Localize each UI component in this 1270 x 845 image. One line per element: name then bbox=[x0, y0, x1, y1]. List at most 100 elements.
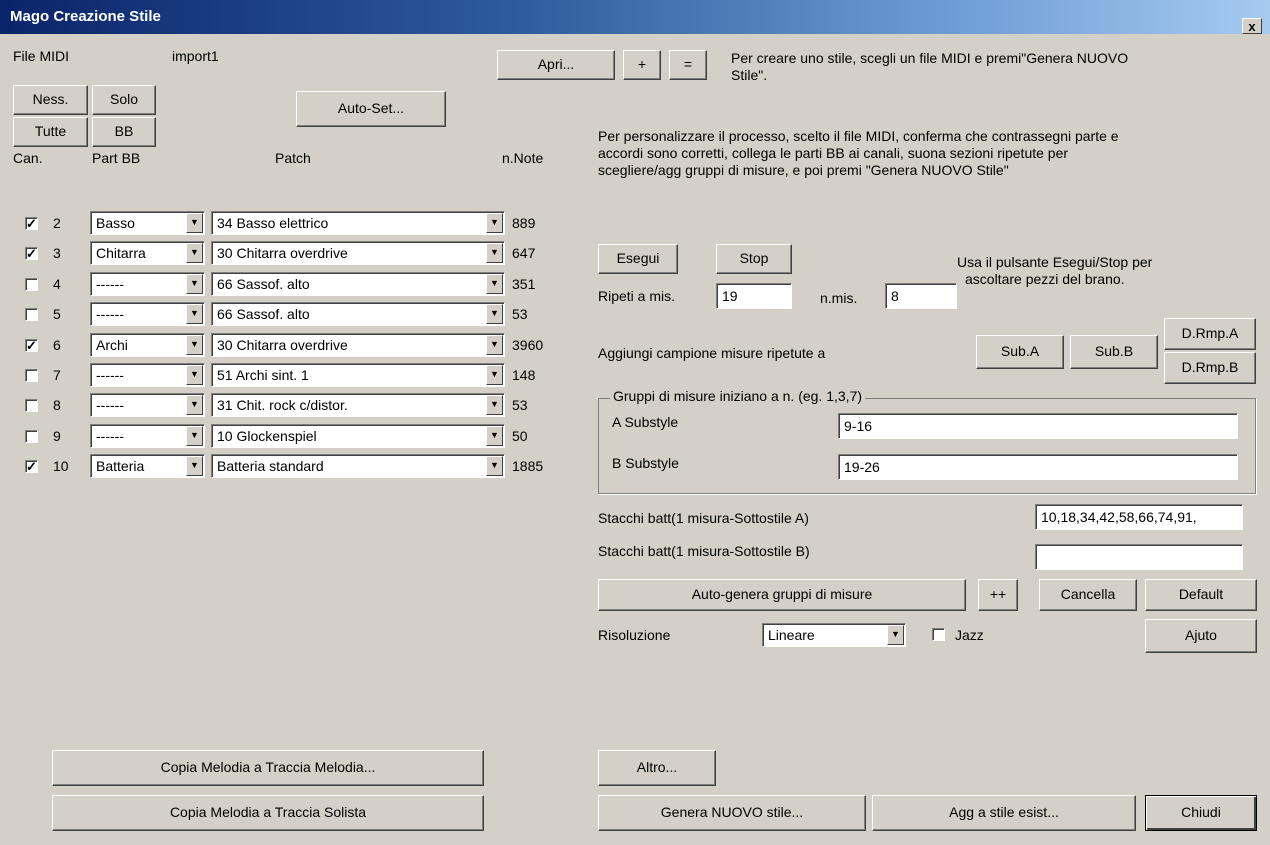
d-rmp-b-button[interactable]: D.Rmp.B bbox=[1164, 352, 1256, 384]
patch-select[interactable]: Batteria standard ▼ bbox=[211, 454, 505, 478]
solo-button[interactable]: Solo bbox=[92, 85, 156, 115]
chevron-down-icon[interactable]: ▼ bbox=[486, 213, 503, 233]
patch-select[interactable]: 31 Chit. rock c/distor. ▼ bbox=[211, 393, 505, 417]
jazz-label: Jazz bbox=[955, 627, 984, 643]
chevron-down-icon[interactable]: ▼ bbox=[186, 274, 203, 294]
channel-checkbox[interactable] bbox=[25, 399, 38, 412]
column-part-bb: Part BB bbox=[92, 150, 141, 166]
part-bb-select[interactable]: ------ ▼ bbox=[90, 424, 205, 448]
part-bb-value: ------ bbox=[96, 306, 124, 322]
substyle-b-field[interactable]: 19-26 bbox=[838, 454, 1238, 480]
chevron-down-icon[interactable]: ▼ bbox=[486, 243, 503, 263]
copy-soloist-button[interactable]: Copia Melodia a Traccia Solista bbox=[52, 795, 484, 831]
substyle-a-field[interactable]: 9-16 bbox=[838, 413, 1238, 439]
chevron-down-icon[interactable]: ▼ bbox=[486, 365, 503, 385]
channel-checkbox[interactable]: ✓ bbox=[25, 460, 38, 473]
part-bb-select[interactable]: Basso ▼ bbox=[90, 211, 205, 235]
genera-button[interactable]: Genera NUOVO stile... bbox=[598, 795, 866, 831]
ness-button[interactable]: Ness. bbox=[13, 85, 88, 115]
auto-set-button[interactable]: Auto-Set... bbox=[296, 91, 446, 127]
part-bb-select[interactable]: ------ ▼ bbox=[90, 363, 205, 387]
chevron-down-icon[interactable]: ▼ bbox=[486, 335, 503, 355]
agg-stile-button[interactable]: Agg a stile esist... bbox=[872, 795, 1136, 831]
chevron-down-icon[interactable]: ▼ bbox=[186, 395, 203, 415]
nmis-field[interactable]: 8 bbox=[885, 283, 957, 309]
breaks-a-label: Stacchi batt(1 misura-Sottostile A) bbox=[598, 510, 809, 526]
cancella-button[interactable]: Cancella bbox=[1039, 579, 1137, 611]
equals-button[interactable]: = bbox=[669, 50, 707, 80]
channel-checkbox[interactable] bbox=[25, 308, 38, 321]
channel-checkbox[interactable]: ✓ bbox=[25, 247, 38, 260]
chevron-down-icon[interactable]: ▼ bbox=[186, 456, 203, 476]
chevron-down-icon[interactable]: ▼ bbox=[887, 625, 904, 645]
default-button[interactable]: Default bbox=[1145, 579, 1257, 611]
jazz-checkbox[interactable] bbox=[932, 628, 945, 641]
patch-select[interactable]: 30 Chitarra overdrive ▼ bbox=[211, 241, 505, 265]
note-count: 53 bbox=[512, 306, 528, 322]
apri-button[interactable]: Apri... bbox=[497, 50, 615, 80]
patch-select[interactable]: 30 Chitarra overdrive ▼ bbox=[211, 333, 505, 357]
channel-number: 7 bbox=[53, 367, 61, 383]
patch-select[interactable]: 34 Basso elettrico ▼ bbox=[211, 211, 505, 235]
copy-melody-button[interactable]: Copia Melodia a Traccia Melodia... bbox=[52, 750, 484, 786]
chevron-down-icon[interactable]: ▼ bbox=[186, 213, 203, 233]
chevron-down-icon[interactable]: ▼ bbox=[186, 243, 203, 263]
bb-button[interactable]: BB bbox=[92, 117, 156, 147]
part-bb-value: Batteria bbox=[96, 458, 145, 474]
info-line-1: Per creare uno stile, scegli un file MID… bbox=[731, 50, 1129, 66]
esegui-button[interactable]: Esegui bbox=[598, 244, 678, 274]
channel-number: 8 bbox=[53, 397, 61, 413]
part-bb-select[interactable]: ------ ▼ bbox=[90, 393, 205, 417]
d-rmp-a-button[interactable]: D.Rmp.A bbox=[1164, 318, 1256, 350]
auto-generate-button[interactable]: Auto-genera gruppi di misure bbox=[598, 579, 966, 611]
chevron-down-icon[interactable]: ▼ bbox=[186, 426, 203, 446]
patch-select[interactable]: 66 Sassof. alto ▼ bbox=[211, 272, 505, 296]
sub-a-button[interactable]: Sub.A bbox=[976, 335, 1064, 369]
resolution-select[interactable]: Lineare ▼ bbox=[762, 623, 906, 647]
patch-select[interactable]: 10 Glockenspiel ▼ bbox=[211, 424, 505, 448]
note-count: 1885 bbox=[512, 458, 544, 474]
resolution-value: Lineare bbox=[768, 627, 815, 643]
altro-button[interactable]: Altro... bbox=[598, 750, 716, 786]
breaks-a-field[interactable]: 10,18,34,42,58,66,74,91, bbox=[1035, 504, 1243, 530]
stop-button[interactable]: Stop bbox=[716, 244, 792, 274]
repeat-field[interactable]: 19 bbox=[716, 283, 792, 309]
chevron-down-icon[interactable]: ▼ bbox=[486, 304, 503, 324]
breaks-b-field[interactable] bbox=[1035, 544, 1243, 570]
info-line-2: Stile". bbox=[731, 67, 768, 83]
chevron-down-icon[interactable]: ▼ bbox=[486, 395, 503, 415]
chevron-down-icon[interactable]: ▼ bbox=[186, 304, 203, 324]
part-bb-select[interactable]: ------ ▼ bbox=[90, 272, 205, 296]
add-file-button[interactable]: + bbox=[623, 50, 661, 80]
tutte-button[interactable]: Tutte bbox=[13, 117, 88, 147]
chevron-down-icon[interactable]: ▼ bbox=[486, 456, 503, 476]
part-bb-value: ------ bbox=[96, 276, 124, 292]
channel-number: 4 bbox=[53, 276, 61, 292]
part-bb-value: Basso bbox=[96, 215, 135, 231]
nmis-label: n.mis. bbox=[820, 290, 858, 306]
sub-b-button[interactable]: Sub.B bbox=[1070, 335, 1158, 369]
part-bb-select[interactable]: ------ ▼ bbox=[90, 302, 205, 326]
column-notes: n.Note bbox=[502, 150, 544, 166]
chevron-down-icon[interactable]: ▼ bbox=[486, 274, 503, 294]
part-bb-select[interactable]: Batteria ▼ bbox=[90, 454, 205, 478]
channel-checkbox[interactable] bbox=[25, 430, 38, 443]
chiudi-button[interactable]: Chiudi bbox=[1145, 795, 1257, 831]
plus-plus-button[interactable]: ++ bbox=[978, 579, 1018, 611]
close-button[interactable]: x bbox=[1242, 18, 1262, 34]
channel-checkbox[interactable]: ✓ bbox=[25, 339, 38, 352]
patch-select[interactable]: 51 Archi sint. 1 ▼ bbox=[211, 363, 505, 387]
part-bb-value: Archi bbox=[96, 337, 128, 353]
channel-checkbox[interactable] bbox=[25, 369, 38, 382]
channel-checkbox[interactable] bbox=[25, 278, 38, 291]
patch-select[interactable]: 66 Sassof. alto ▼ bbox=[211, 302, 505, 326]
chevron-down-icon[interactable]: ▼ bbox=[186, 365, 203, 385]
ajuto-button[interactable]: Ajuto bbox=[1145, 619, 1257, 653]
part-bb-select[interactable]: Chitarra ▼ bbox=[90, 241, 205, 265]
channel-checkbox[interactable]: ✓ bbox=[25, 217, 38, 230]
part-bb-select[interactable]: Archi ▼ bbox=[90, 333, 205, 357]
sample-label: Aggiungi campione misure ripetute a bbox=[598, 345, 826, 361]
chevron-down-icon[interactable]: ▼ bbox=[186, 335, 203, 355]
chevron-down-icon[interactable]: ▼ bbox=[486, 426, 503, 446]
repeat-label: Ripeti a mis. bbox=[598, 288, 676, 304]
